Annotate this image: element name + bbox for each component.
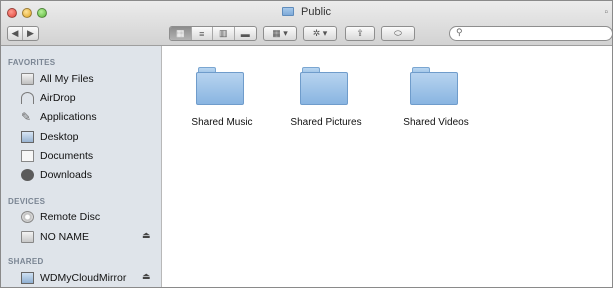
sidebar-item-airdrop[interactable]: AirDrop — [1, 89, 161, 107]
list-view-button[interactable]: ≡ — [192, 27, 213, 40]
sidebar-item-no-name[interactable]: NO NAME ⏏ — [1, 228, 161, 246]
all-files-icon — [21, 73, 34, 85]
column-view-button[interactable]: ▥ — [213, 27, 235, 40]
sidebar-item-desktop[interactable]: Desktop — [1, 128, 161, 146]
action-group: ✲ ▾ — [303, 26, 337, 41]
share-button[interactable]: ⇪ — [346, 27, 374, 40]
action-button[interactable]: ✲ ▾ — [304, 27, 336, 40]
folder-item-shared-pictures[interactable]: Shared Pictures — [276, 65, 376, 145]
network-share-icon — [21, 272, 34, 284]
arrange-group: ▦ ▾ — [263, 26, 297, 41]
sidebar: FAVORITES All My Files AirDrop ✎ Applica… — [1, 46, 162, 287]
sidebar-item-downloads[interactable]: Downloads — [1, 166, 161, 184]
sidebar-item-label: Applications — [40, 111, 97, 123]
folder-item-shared-videos[interactable]: Shared Videos — [386, 65, 486, 145]
folder-icon — [196, 67, 244, 105]
folder-icon — [410, 67, 458, 105]
eject-icon[interactable]: ⏏ — [142, 271, 151, 282]
sidebar-item-label: WDMyCloudMirror — [40, 272, 127, 284]
content-area: Shared Music Shared Pictures Shared Vide… — [162, 46, 612, 287]
search-field[interactable]: ⚲ — [449, 26, 612, 41]
sidebar-item-label: Remote Disc — [40, 211, 101, 223]
window-title: Public — [1, 6, 612, 18]
documents-icon — [21, 150, 34, 162]
finder-window: Public ▫ ◀ ▶ ▦ ≡ ▥ ▬ ▦ ▾ ✲ ▾ ⇪ ⬭ ⚲ FAVOR… — [0, 0, 613, 288]
title-bar: Public ▫ ◀ ▶ ▦ ≡ ▥ ▬ ▦ ▾ ✲ ▾ ⇪ ⬭ ⚲ — [1, 1, 612, 46]
airdrop-icon — [21, 92, 34, 104]
sidebar-item-wdmycloudmirror[interactable]: WDMyCloudMirror ⏏ — [1, 269, 161, 287]
applications-icon: ✎ — [21, 110, 32, 124]
sidebar-item-label: All My Files — [40, 73, 94, 85]
folder-item-shared-music[interactable]: Shared Music — [172, 65, 272, 145]
drive-icon — [21, 231, 34, 243]
sidebar-item-label: Downloads — [40, 169, 92, 181]
tag-button[interactable]: ⬭ — [382, 27, 414, 40]
folder-label: Shared Videos — [403, 117, 469, 128]
folder-label: Shared Pictures — [290, 117, 362, 128]
share-group: ⇪ — [345, 26, 375, 41]
forward-button[interactable]: ▶ — [23, 27, 38, 40]
icon-view-button[interactable]: ▦ — [170, 27, 192, 40]
sidebar-item-all-my-files[interactable]: All My Files — [1, 70, 161, 88]
arrange-button[interactable]: ▦ ▾ — [264, 27, 296, 40]
sidebar-item-applications[interactable]: ✎ Applications — [1, 108, 161, 126]
search-icon: ⚲ — [456, 27, 463, 37]
sidebar-section-devices: DEVICES — [8, 197, 46, 206]
sidebar-item-label: NO NAME — [40, 231, 90, 243]
eject-icon[interactable]: ⏏ — [142, 230, 151, 241]
desktop-icon — [21, 131, 34, 143]
sidebar-item-remote-disc[interactable]: Remote Disc — [1, 208, 161, 226]
folder-icon — [300, 67, 348, 105]
sidebar-section-shared: SHARED — [8, 257, 44, 266]
view-mode-group: ▦ ≡ ▥ ▬ — [169, 26, 257, 41]
coverflow-view-button[interactable]: ▬ — [235, 27, 256, 40]
tag-group: ⬭ — [381, 26, 415, 41]
folder-label: Shared Music — [191, 117, 253, 128]
toolbar-toggle-button[interactable]: ▫ — [604, 7, 608, 18]
sidebar-item-documents[interactable]: Documents — [1, 147, 161, 165]
folder-icon — [281, 7, 294, 16]
remote-disc-icon — [21, 211, 34, 223]
window-title-text: Public — [301, 6, 332, 18]
sidebar-section-favorites: FAVORITES — [8, 58, 56, 67]
back-button[interactable]: ◀ — [8, 27, 24, 40]
nav-group: ◀ ▶ — [7, 26, 39, 41]
sidebar-item-label: Documents — [40, 150, 94, 162]
sidebar-item-label: AirDrop — [40, 92, 76, 104]
sidebar-item-label: Desktop — [40, 131, 79, 143]
downloads-icon — [21, 169, 34, 181]
